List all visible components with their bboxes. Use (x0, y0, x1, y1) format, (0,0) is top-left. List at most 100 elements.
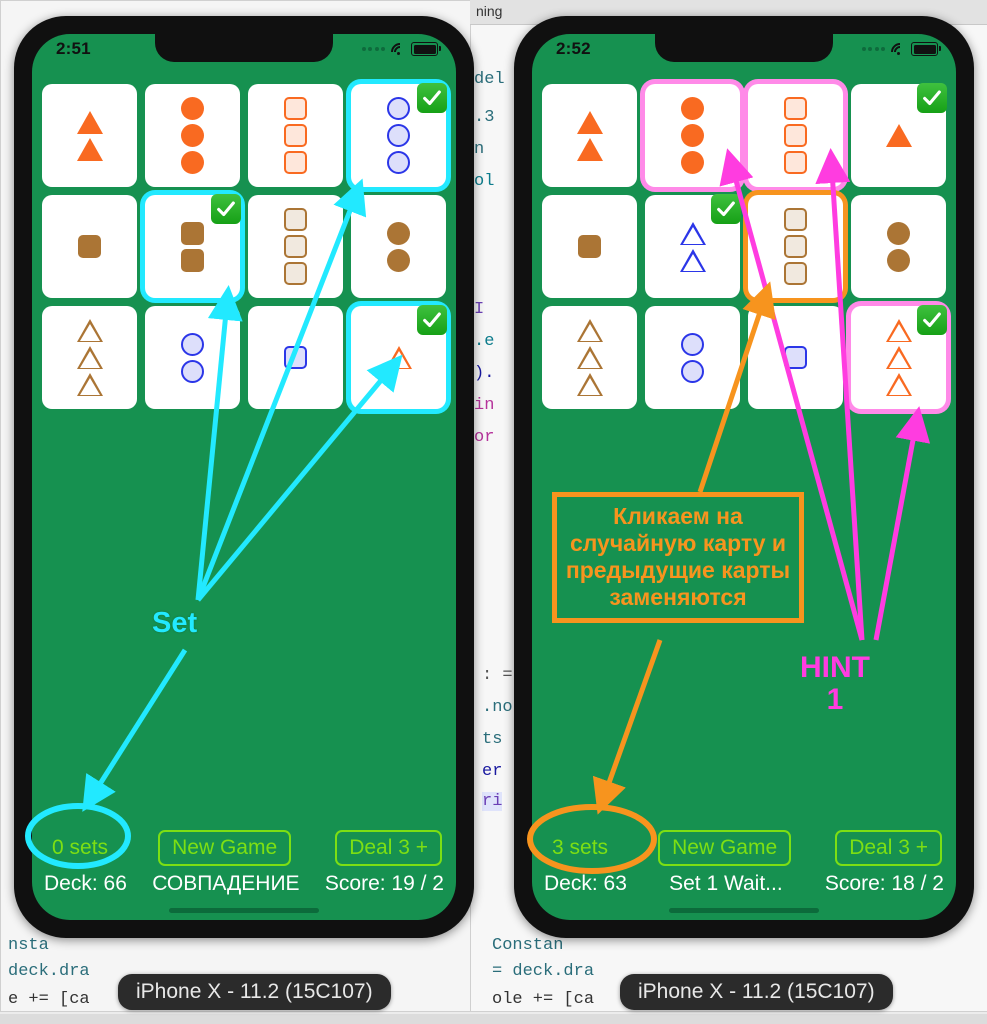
symbol-triangle (576, 110, 603, 134)
symbol-square (784, 235, 807, 258)
symbol-square (284, 262, 307, 285)
editor-bottom-bar (0, 1014, 987, 1024)
status-row: Deck: 66 СОВПАДЕНИЕ Score: 19 / 2 (44, 872, 444, 896)
symbol-circle (181, 332, 204, 356)
symbol-triangle (885, 373, 912, 396)
orange-annotation-box: Кликаем на случайную карту и предыдущие … (552, 492, 804, 623)
code-fragment: ). (474, 364, 495, 383)
card-5[interactable] (542, 195, 637, 298)
card-11[interactable] (748, 306, 843, 409)
card-1[interactable] (42, 84, 137, 187)
controls-row: 3 sets New Game Deal 3 + (546, 830, 942, 866)
symbol-square (284, 97, 307, 120)
phone-screen-left: 2:51 0 sets New Game Deal 3 + Deck: 66 С… (32, 34, 456, 920)
symbol-square (784, 124, 807, 147)
symbol-triangle (576, 373, 603, 396)
code-fragment: del (474, 70, 505, 89)
symbol-circle (681, 151, 704, 174)
card-6[interactable] (145, 194, 241, 298)
card-8[interactable] (351, 195, 446, 298)
card-4[interactable] (351, 83, 447, 187)
card-10[interactable] (645, 306, 740, 409)
card-grid[interactable] (42, 83, 447, 409)
notch (155, 34, 333, 62)
code-fragment: ole += [ca (492, 990, 595, 1009)
card-8[interactable] (851, 195, 946, 298)
wifi-icon (387, 39, 413, 65)
card-9[interactable] (542, 306, 637, 409)
signal-icon (861, 47, 885, 51)
code-fragment: n (474, 140, 485, 159)
card-7[interactable] (248, 195, 343, 298)
deck-count: Deck: 66 (44, 872, 127, 895)
symbol-circle (387, 124, 410, 147)
symbol-circle (387, 151, 410, 174)
battery-icon (411, 42, 441, 56)
code-fragment: = deck.dra (492, 962, 595, 981)
card-7[interactable] (748, 195, 843, 298)
symbol-square (784, 208, 807, 231)
card-5[interactable] (42, 195, 137, 298)
code-fragment: ts (482, 730, 503, 749)
card-4[interactable] (851, 83, 947, 187)
card-9[interactable] (42, 306, 137, 409)
symbol-triangle (885, 319, 912, 342)
card-2[interactable] (145, 84, 240, 187)
set-annotation-label: Set (152, 607, 198, 639)
new-game-button[interactable]: New Game (158, 830, 292, 866)
battery-icon (911, 42, 941, 56)
symbol-square (784, 262, 807, 285)
card-3[interactable] (248, 84, 343, 187)
symbol-triangle (885, 346, 912, 369)
hint-annotation-label: HINT 1 (800, 651, 870, 717)
code-fragment: ri (482, 792, 503, 811)
symbol-triangle (576, 137, 603, 161)
sets-count-button[interactable]: 0 sets (46, 830, 114, 866)
symbol-circle (681, 359, 704, 383)
symbol-circle (681, 124, 704, 147)
home-indicator[interactable] (169, 908, 319, 913)
symbol-square (784, 151, 807, 174)
code-fragment: ol (474, 172, 495, 191)
sets-count-button[interactable]: 3 sets (546, 830, 614, 866)
code-fragment: .no (482, 698, 513, 717)
symbol-triangle (885, 124, 912, 147)
symbol-square (181, 221, 204, 245)
code-fragment: Constan (492, 936, 564, 955)
symbol-square (78, 235, 101, 258)
code-fragment: .3 (474, 108, 495, 127)
check-icon (211, 194, 241, 224)
card-12[interactable] (851, 305, 947, 409)
check-icon (711, 194, 741, 224)
deck-count: Deck: 63 (544, 872, 627, 895)
status-icons (861, 39, 941, 65)
code-fragment: in (474, 396, 495, 415)
card-1[interactable] (542, 84, 637, 187)
status-icons (361, 39, 441, 65)
home-indicator[interactable] (669, 908, 819, 913)
symbol-circle (181, 359, 204, 383)
symbol-square (284, 346, 307, 369)
card-10[interactable] (145, 306, 240, 409)
symbol-triangle (576, 319, 603, 342)
symbol-triangle (76, 346, 103, 369)
card-6[interactable] (645, 194, 741, 298)
symbol-square (284, 235, 307, 258)
deal-three-button[interactable]: Deal 3 + (835, 830, 942, 866)
card-12[interactable] (351, 305, 447, 409)
code-fragment: .e (474, 332, 495, 351)
check-icon (917, 305, 947, 335)
deal-three-button[interactable]: Deal 3 + (335, 830, 442, 866)
symbol-circle (681, 97, 704, 120)
symbol-triangle (76, 137, 103, 161)
new-game-button[interactable]: New Game (658, 830, 792, 866)
card-2[interactable] (645, 84, 740, 187)
card-11[interactable] (248, 306, 343, 409)
card-3[interactable] (748, 84, 843, 187)
code-fragment: er (482, 762, 503, 781)
game-state: СОВПАДЕНИЕ (152, 872, 300, 895)
card-grid[interactable] (542, 83, 947, 409)
symbol-triangle (679, 221, 706, 245)
hint-number: 1 (826, 683, 844, 717)
controls-row: 0 sets New Game Deal 3 + (46, 830, 442, 866)
